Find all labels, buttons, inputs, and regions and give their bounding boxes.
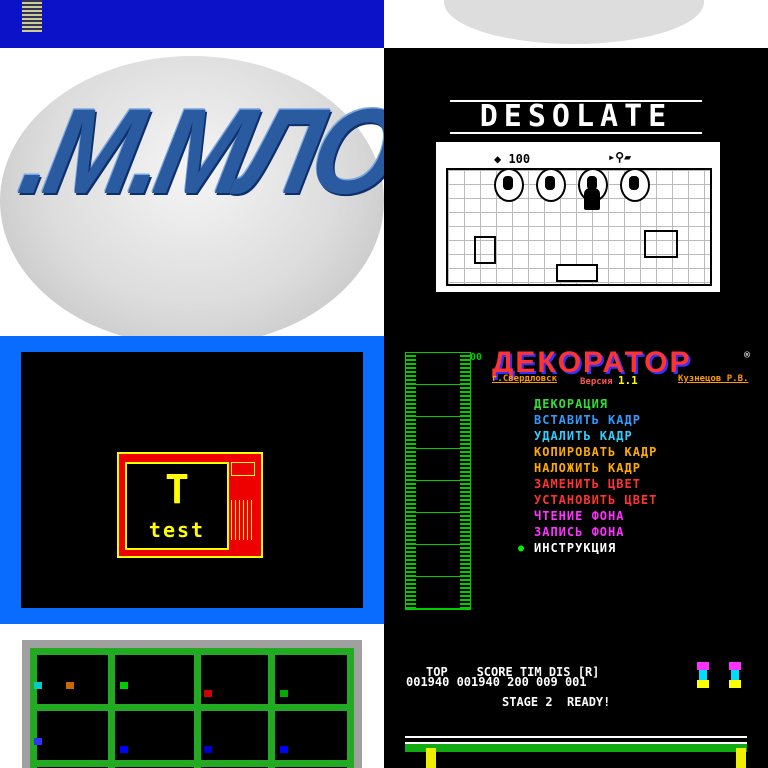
- logo-tile: .М.МЛОВГ: [0, 48, 384, 336]
- decorator-author: Кузнецов Р.В.: [678, 374, 749, 384]
- tv-test-tile: T test: [0, 336, 384, 624]
- menu-selection-bullet-icon: ●: [518, 543, 525, 554]
- maze-item: [280, 746, 288, 753]
- maze-item: [280, 690, 288, 697]
- desolate-left-machine: [474, 236, 496, 264]
- decorator-version-number: 1.1: [617, 374, 638, 387]
- desolate-game-tile: DESOLATE ◆ 100 ▸⚲▰: [384, 48, 768, 336]
- decorator-version: Версия 1.1: [580, 374, 638, 387]
- desolate-room-frame: ◆ 100 ▸⚲▰: [436, 142, 720, 292]
- track-rail: [405, 736, 747, 738]
- desolate-hud-counter: ◆ 100: [494, 152, 531, 166]
- maze-item: [34, 682, 42, 689]
- desolate-pod-1: [494, 168, 524, 202]
- desolate-right-machine: [644, 230, 678, 258]
- menu-item-read-background[interactable]: ЧТЕНИЕ ФОНА: [534, 508, 657, 524]
- track-pillar: [426, 748, 436, 768]
- track-ground: [405, 742, 747, 752]
- stage-status: STAGE 2 READY!: [502, 695, 611, 709]
- maze-wall-col-4: [268, 648, 275, 768]
- menu-item-delete-frame[interactable]: УДАЛИТЬ КАДР: [534, 428, 657, 444]
- maze-wall-right: [347, 648, 354, 768]
- menu-item-replace-color[interactable]: ЗАМЕНИТЬ ЦВЕТ: [534, 476, 657, 492]
- maze-wall-middle: [30, 704, 354, 711]
- maze-item: [120, 746, 128, 753]
- maze-item: [34, 738, 42, 745]
- desolate-pod-2: [536, 168, 566, 202]
- decorator-menu: ДЕКОРАЦИЯ ВСТАВИТЬ КАДР УДАЛИТЬ КАДР КОП…: [534, 396, 657, 556]
- partial-sprite: [22, 0, 42, 32]
- desolate-hud-icons: ▸⚲▰: [608, 150, 632, 164]
- tv-control-panel: [231, 462, 255, 546]
- menu-item-overlay-frame[interactable]: НАЛОЖИТЬ КАДР: [534, 460, 657, 476]
- decorator-menu-tile: 00 ДЕКОРАТОР ® г.Свердловск Версия 1.1 К…: [384, 336, 768, 624]
- maze-playfield: [30, 648, 354, 768]
- maze-game-tile: [0, 624, 384, 768]
- menu-item-decoration[interactable]: ДЕКОРАЦИЯ: [534, 396, 657, 412]
- maze-border: [22, 640, 362, 768]
- maze-item: [120, 682, 128, 689]
- menu-item-insert-frame[interactable]: ВСТАВИТЬ КАДР: [534, 412, 657, 428]
- maze-item: [204, 690, 212, 697]
- maze-item: [204, 746, 212, 753]
- film-frame-number: 00: [470, 352, 483, 363]
- desolate-player-sprite: [584, 188, 600, 210]
- track-pillar: [736, 748, 746, 768]
- tv-t-letter: T: [164, 467, 190, 513]
- hud-values: 001940 001940 200 009 001: [406, 675, 587, 689]
- lives-runner-icon: [726, 662, 744, 688]
- menu-item-set-color[interactable]: УСТАНОВИТЬ ЦВЕТ: [534, 492, 657, 508]
- desolate-door: [556, 264, 598, 282]
- top-right-partial-tile: [384, 0, 768, 48]
- stage-game-tile: TOP SCORE TIM DIS [R] 001940 001940 200 …: [384, 624, 768, 768]
- partial-ellipse: [444, 0, 704, 44]
- top-left-partial-tile: [0, 0, 384, 48]
- maze-wall-col-2: [108, 648, 115, 768]
- logo-picture: .М.МЛОВГ: [9, 83, 384, 220]
- maze-item: [66, 682, 74, 689]
- tv-set-icon: T test: [117, 452, 263, 558]
- menu-item-write-background[interactable]: ЗАПИСЬ ФОНА: [534, 524, 657, 540]
- tv-inner-screen: T test: [125, 462, 229, 550]
- registered-mark: ®: [744, 350, 751, 361]
- desolate-title: DESOLATE: [450, 100, 702, 134]
- lives-runner-icon: [694, 662, 712, 688]
- tv-test-screen: T test: [21, 352, 363, 608]
- film-strip: [405, 352, 471, 610]
- maze-wall-top: [30, 648, 354, 655]
- maze-wall-col-3: [194, 648, 201, 768]
- menu-item-copy-frame[interactable]: КОПИРОВАТЬ КАДР: [534, 444, 657, 460]
- tv-speaker-grille: [231, 500, 255, 540]
- decorator-version-label: Версия: [580, 377, 613, 387]
- desolate-pod-4: [620, 168, 650, 202]
- desolate-hud-value: 100: [508, 152, 531, 166]
- maze-wall-bottom: [30, 760, 354, 767]
- tv-panel-display: [231, 462, 255, 476]
- menu-item-instructions[interactable]: ИНСТРУКЦИЯ: [534, 540, 657, 556]
- tv-test-word: test: [148, 518, 206, 542]
- decorator-city: г.Свердловск: [492, 374, 558, 384]
- maze-wall-left: [30, 648, 37, 768]
